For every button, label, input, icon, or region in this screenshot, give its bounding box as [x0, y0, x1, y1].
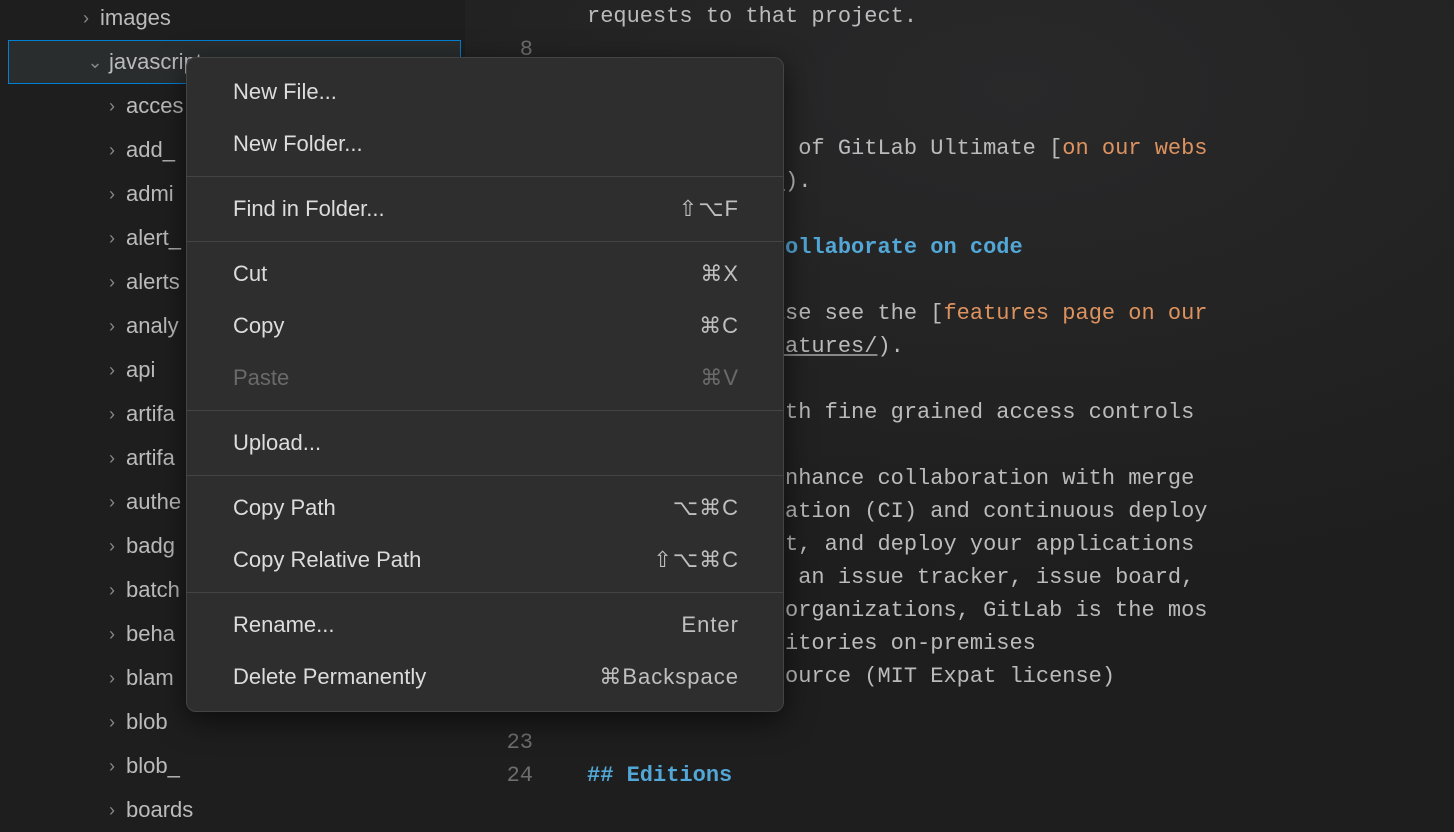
menu-separator — [187, 176, 783, 177]
chevron-right-icon: › — [102, 316, 122, 337]
tree-item-label: artifa — [122, 401, 175, 427]
menu-item-shortcut: ⌘X — [700, 261, 739, 287]
tree-item-blob_[interactable]: ›blob_ — [0, 744, 465, 788]
menu-item-label: Upload... — [233, 430, 321, 456]
chevron-right-icon: › — [102, 800, 122, 821]
tree-item-label: blob_ — [122, 753, 180, 779]
folder-context-menu: New File... New Folder... Find in Folder..… — [186, 57, 784, 712]
tree-item-label: acces — [122, 93, 183, 119]
chevron-right-icon: › — [102, 404, 122, 425]
tree-item-label: artifa — [122, 445, 175, 471]
chevron-right-icon: › — [102, 228, 122, 249]
tree-item-label: add_ — [122, 137, 175, 163]
tree-item-label: blam — [122, 665, 174, 691]
menu-separator — [187, 475, 783, 476]
menu-item-new-file[interactable]: New File... — [187, 66, 783, 118]
menu-item-shortcut: ⇧⌥F — [679, 196, 739, 222]
code-span: features page on our — [943, 297, 1207, 330]
chevron-right-icon: › — [102, 140, 122, 161]
tree-item-label: boards — [122, 797, 193, 823]
tree-item-label: badg — [122, 533, 175, 559]
menu-item-copy-relative-path[interactable]: Copy Relative Path ⇧⌥⌘C — [187, 534, 783, 586]
chevron-right-icon: › — [102, 448, 122, 469]
tree-item-label: beha — [122, 621, 175, 647]
menu-separator — [187, 592, 783, 593]
menu-item-label: Cut — [233, 261, 267, 287]
menu-item-label: Find in Folder... — [233, 196, 385, 222]
tree-item-boards[interactable]: ›boards — [0, 788, 465, 832]
menu-item-delete-permanently[interactable]: Delete Permanently ⌘Backspace — [187, 651, 783, 703]
tree-item-label: analy — [122, 313, 179, 339]
chevron-right-icon: › — [102, 492, 122, 513]
menu-item-paste: Paste ⌘V — [187, 352, 783, 404]
menu-item-label: New File... — [233, 79, 337, 105]
chevron-right-icon: › — [76, 8, 96, 29]
menu-item-label: New Folder... — [233, 131, 363, 157]
tree-item-label: images — [96, 5, 171, 31]
menu-separator — [187, 241, 783, 242]
chevron-right-icon: › — [102, 272, 122, 293]
chevron-right-icon: › — [102, 756, 122, 777]
chevron-right-icon: › — [102, 580, 122, 601]
line-number — [465, 0, 533, 33]
code-line[interactable]: ## Editions — [587, 759, 1454, 792]
chevron-right-icon: › — [102, 536, 122, 557]
code-span: ). — [877, 330, 903, 363]
menu-item-label: Delete Permanently — [233, 664, 426, 690]
menu-item-upload[interactable]: Upload... — [187, 417, 783, 469]
menu-item-label: Rename... — [233, 612, 335, 638]
menu-item-label: Copy — [233, 313, 284, 339]
menu-item-copy-path[interactable]: Copy Path ⌥⌘C — [187, 482, 783, 534]
menu-item-shortcut: ⌘Backspace — [599, 664, 739, 690]
menu-item-shortcut: ⇧⌥⌘C — [653, 547, 739, 573]
menu-item-shortcut: Enter — [681, 612, 739, 638]
tree-item-label: api — [122, 357, 155, 383]
tree-item-label: authe — [122, 489, 181, 515]
chevron-right-icon: › — [102, 184, 122, 205]
tree-item-label: blob — [122, 709, 168, 735]
chevron-right-icon: › — [102, 624, 122, 645]
menu-item-cut[interactable]: Cut ⌘X — [187, 248, 783, 300]
menu-item-new-folder[interactable]: New Folder... — [187, 118, 783, 170]
chevron-right-icon: › — [102, 360, 122, 381]
chevron-right-icon: › — [102, 96, 122, 117]
chevron-right-icon: › — [102, 712, 122, 733]
code-span: ## Editions — [587, 759, 732, 792]
tree-item-label: alert_ — [122, 225, 181, 251]
menu-item-find-in-folder[interactable]: Find in Folder... ⇧⌥F — [187, 183, 783, 235]
menu-item-label: Paste — [233, 365, 289, 391]
code-line[interactable]: requests to that project. — [587, 0, 1454, 33]
line-number: 24 — [465, 759, 533, 792]
code-span: on our webs — [1062, 132, 1207, 165]
chevron-right-icon: › — [102, 668, 122, 689]
line-number: 23 — [465, 726, 533, 759]
tree-item-label: admi — [122, 181, 174, 207]
tree-item-images[interactable]: ›images — [0, 0, 465, 40]
tree-item-label: batch — [122, 577, 180, 603]
menu-separator — [187, 410, 783, 411]
menu-item-label: Copy Path — [233, 495, 336, 521]
tree-item-label: alerts — [122, 269, 180, 295]
menu-item-shortcut: ⌘C — [699, 313, 739, 339]
menu-item-copy[interactable]: Copy ⌘C — [187, 300, 783, 352]
menu-item-label: Copy Relative Path — [233, 547, 421, 573]
code-line[interactable] — [587, 726, 1454, 759]
code-span: ). — [785, 165, 811, 198]
menu-item-shortcut: ⌘V — [700, 365, 739, 391]
chevron-down-icon: ⌄ — [85, 52, 105, 73]
menu-item-shortcut: ⌥⌘C — [673, 495, 739, 521]
code-span: requests to that project. — [587, 0, 917, 33]
menu-item-rename[interactable]: Rename... Enter — [187, 599, 783, 651]
